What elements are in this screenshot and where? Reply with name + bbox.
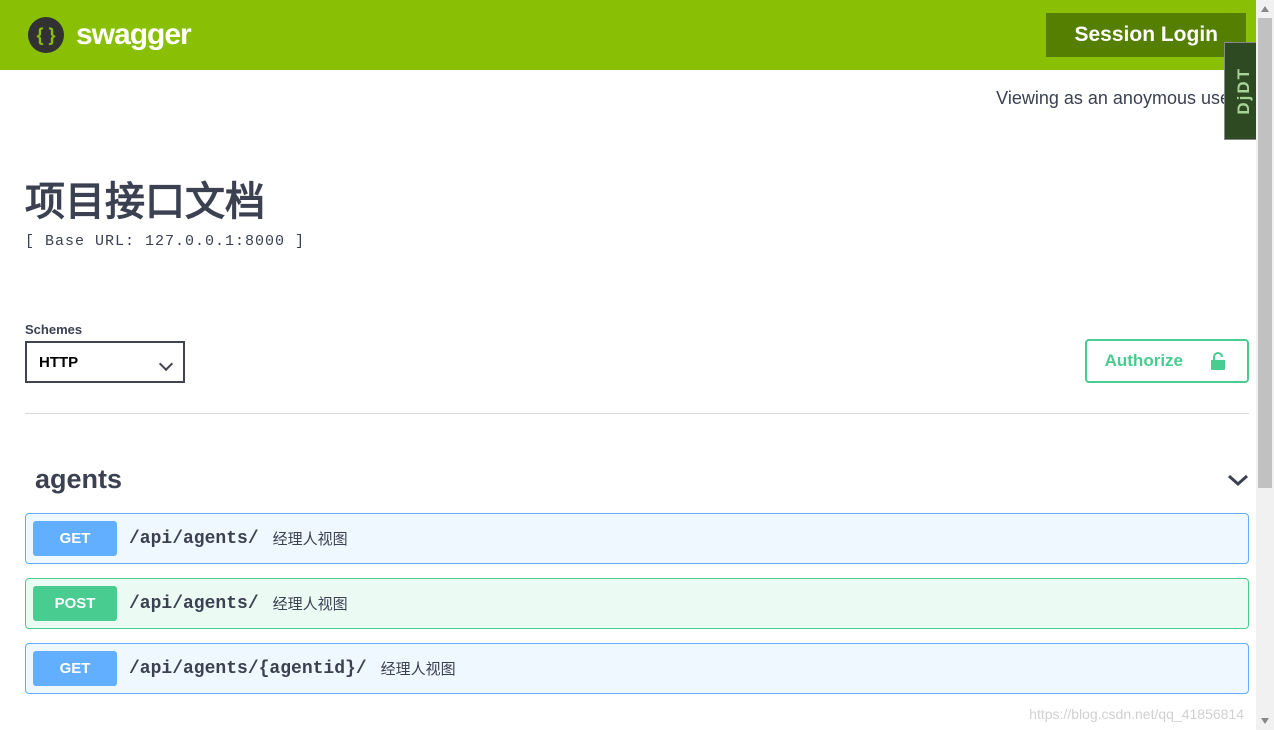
operation-description: 经理人视图	[273, 593, 348, 614]
authorize-button[interactable]: Authorize	[1085, 339, 1249, 383]
schemes-label: Schemes	[25, 322, 185, 337]
authorize-label: Authorize	[1105, 351, 1183, 371]
topbar: { } swagger Session Login	[0, 0, 1274, 70]
method-badge: GET	[33, 651, 117, 686]
method-badge: GET	[33, 521, 117, 556]
main-content: 项目接口文档 [ Base URL: 127.0.0.1:8000 ] Sche…	[0, 109, 1274, 694]
operation-get-block[interactable]: GET/api/agents/{agentid}/ 经理人视图	[25, 643, 1249, 694]
schemes-block: Schemes HTTP	[25, 322, 185, 383]
scheme-container: Schemes HTTP Authorize	[25, 322, 1249, 414]
scroll-down-arrow-icon[interactable]	[1256, 712, 1274, 730]
logo-text: swagger	[76, 18, 191, 52]
tag-section-agents: agents GET/api/agents/经理人视图POST/api/agen…	[25, 456, 1249, 694]
operation-post-block[interactable]: POST/api/agents/经理人视图	[25, 578, 1249, 629]
session-login-button[interactable]: Session Login	[1046, 13, 1246, 57]
operation-path: /api/agents/	[129, 529, 259, 549]
watermark-text: https://blog.csdn.net/qq_41856814	[1029, 706, 1244, 722]
chevron-down-icon	[1227, 473, 1249, 487]
schemes-select-wrap: HTTP	[25, 341, 185, 383]
operation-description: 经理人视图	[273, 528, 348, 549]
api-title: 项目接口文档	[25, 169, 1249, 227]
method-badge: POST	[33, 586, 117, 621]
operations-list: GET/api/agents/经理人视图POST/api/agents/经理人视…	[25, 513, 1249, 694]
djdt-label: DjDT	[1234, 67, 1254, 115]
user-status-banner: Viewing as an anoymous user.	[0, 70, 1274, 109]
base-url: [ Base URL: 127.0.0.1:8000 ]	[25, 233, 1249, 250]
operation-get-block[interactable]: GET/api/agents/经理人视图	[25, 513, 1249, 564]
scrollbar-thumb[interactable]	[1258, 18, 1272, 488]
tag-header[interactable]: agents	[25, 456, 1249, 513]
unlock-icon	[1209, 351, 1229, 371]
scrollbar-track[interactable]	[1256, 0, 1274, 730]
operation-description: 经理人视图	[381, 658, 456, 679]
scroll-up-arrow-icon[interactable]	[1256, 0, 1274, 18]
schemes-select[interactable]: HTTP	[25, 341, 185, 383]
swagger-logo-icon: { }	[28, 17, 64, 53]
operation-path: /api/agents/	[129, 594, 259, 614]
operation-path: /api/agents/{agentid}/	[129, 659, 367, 679]
logo-area: { } swagger	[28, 17, 191, 53]
tag-name: agents	[35, 464, 122, 495]
